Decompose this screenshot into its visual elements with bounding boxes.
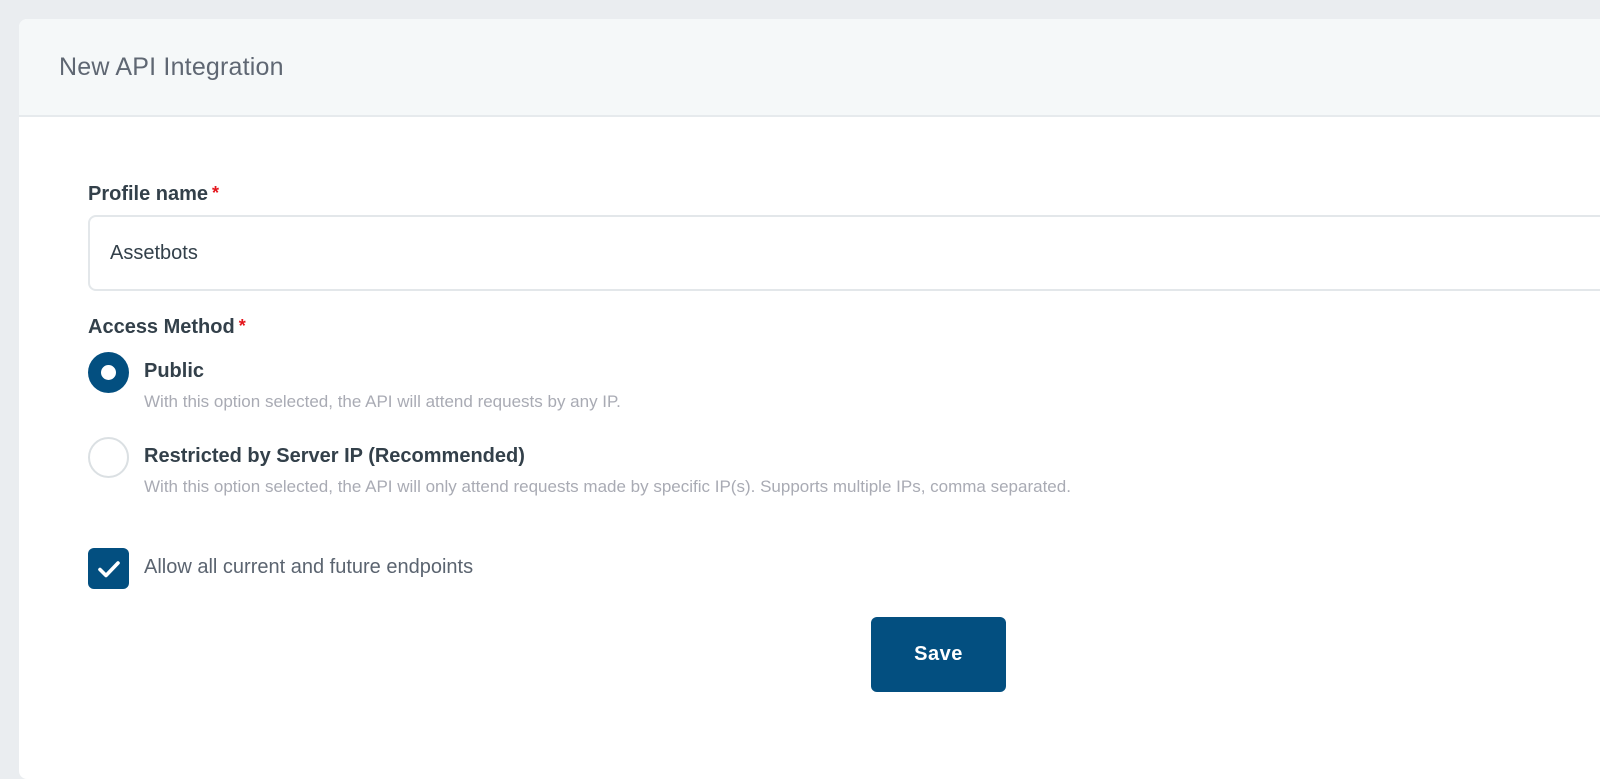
profile-name-input[interactable] <box>88 215 1600 291</box>
radio-public[interactable] <box>88 352 129 393</box>
check-icon <box>97 560 120 577</box>
option-restricted-title[interactable]: Restricted by Server IP (Recommended) <box>144 445 525 468</box>
label-text: Access Method <box>88 316 235 338</box>
page-title: New API Integration <box>59 52 284 81</box>
option-restricted-description: With this option selected, the API will … <box>144 477 1071 496</box>
label-text: Profile name <box>88 183 209 205</box>
radio-restricted[interactable] <box>88 437 129 478</box>
integration-card: New API Integration Profile name* Access… <box>19 19 1600 779</box>
option-public-description: With this option selected, the API will … <box>144 392 621 411</box>
option-public-title[interactable]: Public <box>144 360 204 383</box>
access-method-label: Access Method * <box>88 316 246 339</box>
allow-endpoints-checkbox[interactable] <box>88 548 129 589</box>
required-mark: * <box>212 183 220 203</box>
profile-name-label: Profile name * <box>88 183 219 206</box>
save-button[interactable]: Save <box>871 617 1006 692</box>
card-header: New API Integration <box>19 19 1600 117</box>
required-mark: * <box>238 316 246 336</box>
allow-endpoints-label[interactable]: Allow all current and future endpoints <box>144 556 473 579</box>
